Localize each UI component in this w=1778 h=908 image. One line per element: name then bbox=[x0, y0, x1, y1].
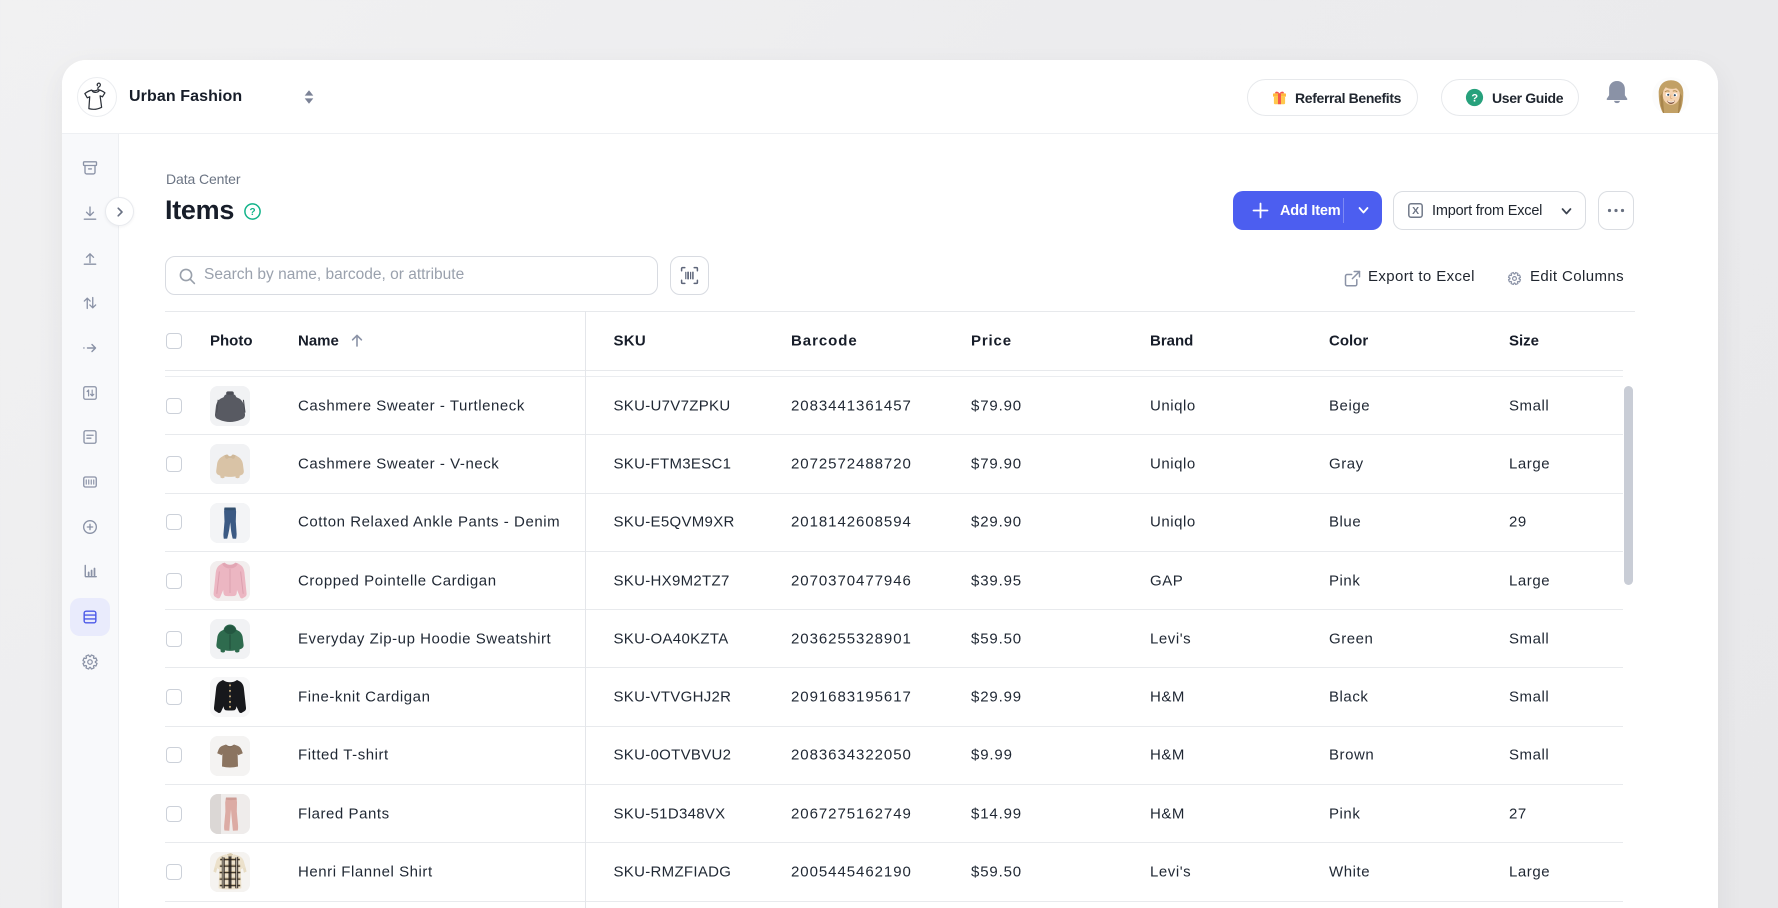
svg-text:?: ? bbox=[249, 207, 255, 218]
svg-text:?: ? bbox=[1471, 92, 1478, 104]
svg-text:X: X bbox=[1412, 205, 1419, 217]
